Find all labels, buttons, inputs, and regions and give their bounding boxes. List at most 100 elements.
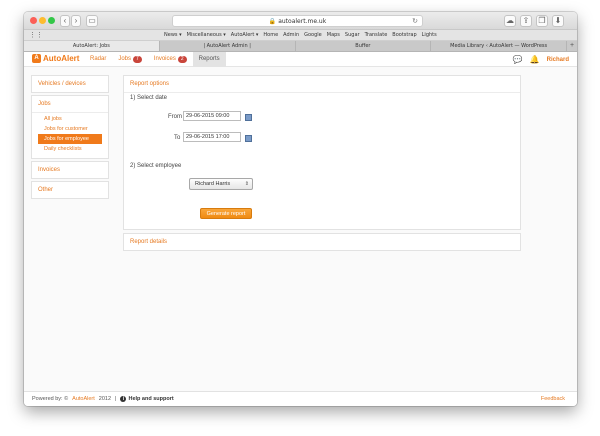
employee-select-value: Richard Harris — [195, 181, 231, 187]
notification-bell-icon[interactable]: 🔔 — [530, 55, 540, 64]
bookmark-list: News ▾ Miscellaneous ▾ AutoAlert ▾ Home Admi… — [164, 32, 437, 38]
new-tab-icon[interactable]: + — [567, 41, 577, 51]
nav-item-label: Radar — [90, 56, 107, 62]
to-date-input[interactable]: 29-06-2015 17:00 — [183, 132, 241, 142]
back-button[interactable]: ‹ — [60, 15, 70, 27]
select-arrows-icon: ⇕ — [244, 181, 249, 187]
bookmark-item[interactable]: Maps — [327, 32, 340, 38]
user-menu[interactable]: Richard — [547, 57, 569, 63]
lock-icon: 🔒 — [268, 18, 277, 25]
main-content: Report options 1) Select date From 29-06… — [123, 75, 521, 251]
header-actions: 💬 🔔 Richard — [513, 52, 569, 67]
report-options-panel: Report options 1) Select date From 29-06… — [123, 75, 521, 230]
app-header: A AutoAlert Radar Jobs 7 Invoices 2 Reports 💬… — [24, 52, 577, 67]
employee-select[interactable]: Richard Harris ⇕ — [189, 178, 253, 190]
report-options-title: Report options — [124, 76, 520, 93]
browser-tab[interactable]: AutoAlert: Jobs — [24, 41, 160, 51]
report-details-title[interactable]: Report details — [124, 234, 520, 250]
bookmark-item[interactable]: Bootstrap — [392, 32, 416, 38]
info-icon: i — [120, 396, 127, 402]
bookmark-item[interactable]: Admin — [283, 32, 299, 38]
nav-item-reports[interactable]: Reports — [192, 52, 226, 67]
bookmark-item[interactable]: AutoAlert ▾ — [231, 32, 259, 38]
footer-separator: | — [115, 396, 117, 402]
main-nav: Radar Jobs 7 Invoices 2 Reports — [84, 52, 226, 67]
step-select-date: 1) Select date — [130, 95, 168, 101]
cloud-icon[interactable]: ☁ — [504, 15, 516, 27]
nav-item-label: Reports — [198, 56, 220, 62]
to-label: To — [174, 135, 181, 141]
report-options-body: 1) Select date From 29-06-2015 09:00 To … — [124, 93, 520, 229]
nav-item-label: Jobs — [118, 56, 132, 62]
bookmark-item[interactable]: Translate — [365, 32, 388, 38]
bookmark-item[interactable]: Home — [263, 32, 278, 38]
from-calendar-icon[interactable] — [245, 114, 252, 121]
share-icon[interactable]: ⇪ — [520, 15, 532, 27]
nav-item-invoices[interactable]: Invoices 2 — [148, 52, 193, 67]
feedback-link[interactable]: Feedback — [541, 396, 565, 402]
browser-toolbar: ‹ › ▭ 🔒 autoalert.me.uk ↻ ☁ ⇪ ❐ ⬇ — [24, 12, 577, 30]
sidebar-item-invoices[interactable]: Invoices — [32, 162, 108, 178]
address-bar[interactable]: 🔒 autoalert.me.uk ↻ — [172, 15, 423, 27]
browser-window: ‹ › ▭ 🔒 autoalert.me.uk ↻ ☁ ⇪ ❐ ⬇ ⋮⋮ New… — [24, 12, 577, 406]
downloads-icon[interactable]: ⬇ — [552, 15, 564, 27]
logo-icon: A — [32, 54, 41, 63]
jobs-submenu: All jobs Jobs for customer Jobs for employ… — [32, 113, 108, 158]
logo-text: AutoAlert — [43, 54, 80, 63]
address-text: autoalert.me.uk — [278, 18, 327, 25]
minimize-window-button[interactable] — [39, 17, 46, 24]
bookmark-item[interactable]: Miscellaneous ▾ — [187, 32, 226, 38]
browser-tab-label: Buffer — [355, 43, 371, 49]
logo[interactable]: A AutoAlert — [32, 54, 79, 63]
help-link-label: Help and support — [128, 396, 174, 402]
sidebar-subitem[interactable]: Jobs for employee — [38, 134, 102, 144]
sidebar-section-vehicles: Vehicles / devices — [31, 75, 109, 93]
grid-icon[interactable]: ⋮⋮ — [29, 32, 43, 39]
forward-button[interactable]: › — [71, 15, 81, 27]
tabs-overview-icon[interactable]: ❐ — [536, 15, 548, 27]
bookmark-item[interactable]: Sugar — [345, 32, 360, 38]
help-link[interactable]: i Help and support — [120, 396, 174, 402]
zoom-window-button[interactable] — [48, 17, 55, 24]
nav-item-label: Invoices — [153, 56, 176, 62]
footer-brand-link[interactable]: AutoAlert — [72, 396, 95, 402]
sidebar-subitem[interactable]: Jobs for customer — [32, 124, 108, 134]
nav-item-jobs[interactable]: Jobs 7 — [112, 52, 147, 67]
bookmark-item[interactable]: Lights — [422, 32, 437, 38]
page-body: Vehicles / devices Jobs All jobs Jobs for… — [24, 67, 577, 391]
sidebar-section-invoices: Invoices — [31, 161, 109, 179]
powered-by-text: Powered by: © — [32, 396, 69, 402]
sidebar-section-other: Other — [31, 181, 109, 199]
browser-tab[interactable]: | AutoAlert Admin | — [160, 41, 296, 51]
sidebar-section-jobs: Jobs All jobs Jobs for customer Jobs for e… — [31, 95, 109, 159]
sidebar-item-vehicles[interactable]: Vehicles / devices — [32, 76, 108, 92]
sidebar: Vehicles / devices Jobs All jobs Jobs for… — [31, 75, 109, 201]
bookmark-item[interactable]: News ▾ — [164, 32, 182, 38]
sidebar-toggle-button[interactable]: ▭ — [86, 15, 98, 27]
bookmark-item[interactable]: Google — [304, 32, 322, 38]
reload-icon[interactable]: ↻ — [412, 16, 418, 27]
browser-tab[interactable]: Buffer — [296, 41, 432, 51]
browser-tab-label: AutoAlert: Jobs — [72, 43, 110, 49]
step-select-employee: 2) Select employee — [130, 163, 182, 169]
generate-report-button[interactable]: Generate report — [200, 208, 252, 219]
count-badge: 7 — [133, 56, 142, 63]
browser-tab-label: | AutoAlert Admin | — [203, 43, 251, 49]
footer-left: Powered by: © AutoAlert 2012 | i Help an… — [32, 396, 174, 402]
close-window-button[interactable] — [30, 17, 37, 24]
browser-tab-label: Media Library ‹ AutoAlert — WordPress — [450, 43, 548, 49]
to-calendar-icon[interactable] — [245, 135, 252, 142]
sidebar-item-jobs[interactable]: Jobs — [32, 96, 108, 113]
sidebar-subitem[interactable]: Daily checklists — [32, 144, 108, 154]
from-date-input[interactable]: 29-06-2015 09:00 — [183, 111, 241, 121]
browser-tab[interactable]: Media Library ‹ AutoAlert — WordPress — [431, 41, 567, 51]
chat-icon[interactable]: 💬 — [513, 55, 523, 64]
bookmarks-bar: ⋮⋮ News ▾ Miscellaneous ▾ AutoAlert ▾ Home A… — [24, 30, 577, 41]
footer: Powered by: © AutoAlert 2012 | i Help an… — [24, 391, 577, 406]
tab-strip: AutoAlert: Jobs | AutoAlert Admin | Buffer… — [24, 41, 577, 52]
footer-year: 2012 — [98, 396, 112, 402]
sidebar-item-other[interactable]: Other — [32, 182, 108, 198]
from-label: From — [168, 114, 182, 120]
sidebar-subitem[interactable]: All jobs — [32, 114, 108, 124]
nav-item-radar[interactable]: Radar — [84, 52, 112, 67]
